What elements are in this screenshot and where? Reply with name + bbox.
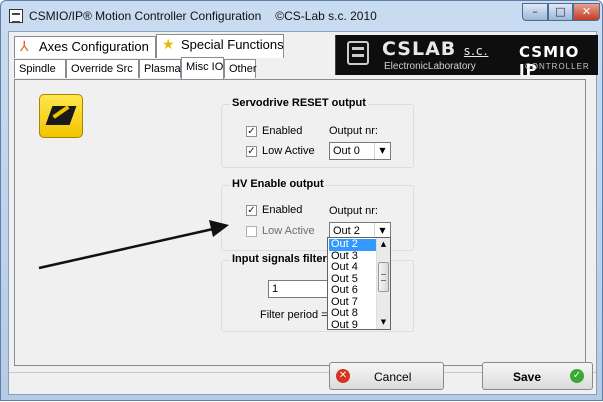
logo-brand-name: CSLAB: [382, 38, 457, 60]
logo-product: CSMIO IP: [519, 43, 580, 79]
maximize-button[interactable]: □: [548, 3, 573, 21]
logo-brand: CSLAB s.c.: [382, 38, 488, 60]
servo-low-active-label: Low Active: [262, 145, 315, 157]
window-title-text: CSMIO/IP® Motion Controller Configuratio…: [29, 9, 262, 23]
hv-output-label: Output nr:: [329, 205, 378, 217]
tab-spindle[interactable]: Spindle: [14, 59, 66, 78]
hv-enabled-checkbox[interactable]: ✓: [246, 205, 257, 216]
client-area: ⅄ Axes Configuration ★ Special Functions…: [8, 31, 598, 395]
star-icon: ★: [162, 37, 175, 53]
close-button[interactable]: ✕: [573, 3, 600, 21]
filter-period-label: Filter period =: [260, 309, 328, 321]
servo-output-label: Output nr:: [329, 125, 378, 137]
window-title: CSMIO/IP® Motion Controller Configuratio…: [29, 9, 377, 23]
check-icon: ✓: [570, 369, 584, 383]
window-copyright: ©CS-Lab s.c. 2010: [275, 9, 377, 23]
input-filter-title: Input signals filter: [230, 253, 329, 265]
scroll-down-icon[interactable]: ▼: [377, 316, 390, 329]
scroll-thumb[interactable]: [378, 262, 389, 292]
tab-special-label: Special Functions: [181, 37, 284, 52]
axes-icon: ⅄: [20, 39, 29, 55]
hv-enable-title: HV Enable output: [230, 178, 326, 190]
tab-special-functions[interactable]: ★ Special Functions: [156, 34, 284, 58]
servo-low-active-checkbox[interactable]: ✓: [246, 146, 257, 157]
chevron-down-icon[interactable]: ▼: [374, 143, 390, 159]
tab-other[interactable]: Other: [224, 59, 257, 78]
tab-axes-configuration[interactable]: ⅄ Axes Configuration: [14, 36, 156, 58]
servo-output-select[interactable]: Out 0 ▼: [329, 142, 391, 160]
hv-low-active-checkbox[interactable]: [246, 226, 257, 237]
scroll-up-icon[interactable]: ▲: [377, 238, 390, 251]
servo-enabled-label: Enabled: [262, 125, 303, 137]
logo-subtitle: ElectronicLaboratory: [384, 61, 476, 72]
hv-output-value: Out 2: [333, 225, 360, 237]
app-icon[interactable]: [9, 9, 23, 23]
chip-icon: [347, 41, 369, 65]
minimize-button[interactable]: –: [522, 3, 548, 21]
hv-low-active-label: Low Active: [262, 225, 315, 237]
cslab-logo: CSLAB s.c. ElectronicLaboratory CSMIO IP…: [335, 35, 598, 79]
hv-enabled-label: Enabled: [262, 204, 303, 216]
servo-output-value: Out 0: [333, 145, 360, 157]
servo-reset-group: Servodrive RESET output ✓ Enabled Output…: [221, 97, 414, 168]
cancel-label: Cancel: [374, 370, 412, 384]
save-label: Save: [513, 370, 542, 384]
misc-io-panel: Servodrive RESET output ✓ Enabled Output…: [14, 79, 586, 366]
config-window: CSMIO/IP® Motion Controller Configuratio…: [0, 0, 603, 401]
hv-output-dropdown-list[interactable]: Out 2 Out 3 Out 4 Out 5 Out 6 Out 7 Out …: [327, 237, 391, 330]
tab-axes-label: Axes Configuration: [39, 39, 149, 54]
dropdown-scrollbar[interactable]: ▲ ▼: [376, 238, 390, 329]
tab-plasma[interactable]: Plasma: [139, 59, 181, 78]
tab-override-src[interactable]: Override Src: [66, 59, 139, 78]
cancel-button[interactable]: ✕ Cancel: [329, 362, 444, 390]
title-bar[interactable]: CSMIO/IP® Motion Controller Configuratio…: [1, 1, 603, 31]
io-module-icon: [39, 94, 83, 138]
tab-misc-io[interactable]: Misc IO: [181, 57, 224, 79]
servo-reset-title: Servodrive RESET output: [230, 97, 368, 109]
servo-enabled-checkbox[interactable]: ✓: [246, 126, 257, 137]
logo-product-sub: CONTROLLER: [525, 62, 590, 71]
cancel-icon: ✕: [336, 369, 350, 383]
save-button[interactable]: Save ✓: [482, 362, 593, 390]
filter-value-input[interactable]: 1: [268, 280, 330, 298]
logo-brand-suffix: s.c.: [463, 44, 489, 58]
dropdown-option[interactable]: Out 9: [329, 319, 377, 330]
